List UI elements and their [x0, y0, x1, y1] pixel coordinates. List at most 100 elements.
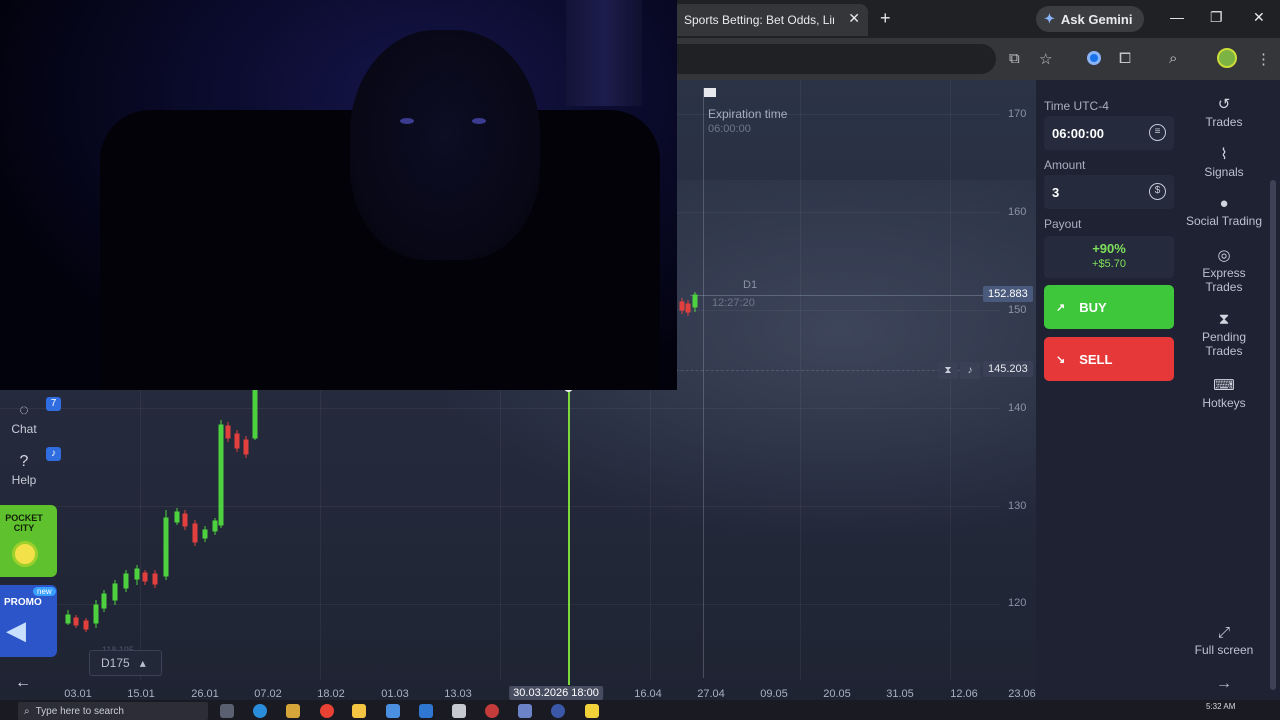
close-window-button[interactable]: ✕ [1253, 9, 1265, 26]
signals-button[interactable]: ⌇ Signals [1182, 146, 1266, 179]
candle-bull [163, 517, 169, 577]
signal-antenna-icon: ⌇ [1220, 146, 1228, 163]
install-app-icon[interactable]: ⧉ [1009, 50, 1020, 67]
help-button[interactable]: ? Help [0, 453, 48, 487]
candle-bear [152, 573, 158, 585]
mail-icon[interactable] [419, 704, 433, 718]
y-tick-label: 170 [1008, 108, 1027, 120]
taskbar-search[interactable]: ⌕ Type here to search [18, 702, 208, 720]
amount-input[interactable]: 3 $ [1044, 175, 1174, 209]
promo-button[interactable]: new PROMO ◀ [0, 585, 57, 657]
payout-box: +90% +$5.70 [1044, 236, 1174, 278]
y-tick-label: 120 [1008, 597, 1027, 609]
candle-bear [192, 523, 198, 543]
trades-button[interactable]: ↺ Trades [1182, 96, 1266, 129]
menu-kebab-icon[interactable]: ⋮ [1256, 50, 1271, 68]
candle-bull [123, 573, 129, 589]
candle-bull [202, 529, 208, 539]
collapse-left-arrow-icon[interactable]: ← [15, 674, 31, 692]
candle-bear [73, 617, 79, 626]
candle-bear [234, 433, 240, 449]
candle-bear [685, 303, 691, 313]
chat-button[interactable]: ◌ Chat [0, 402, 48, 436]
search-icon: ⌕ [24, 705, 30, 717]
app-icon[interactable] [452, 704, 466, 718]
pocket-city-promo[interactable]: POCKET CITY [0, 505, 57, 577]
windows-taskbar: ⌕ Type here to search 5:32 AM [0, 700, 1280, 720]
minimize-button[interactable]: — [1170, 9, 1184, 25]
time-value: 06:00:00 [1052, 125, 1105, 141]
express-trades-button[interactable]: ◎ Express Trades [1182, 247, 1266, 294]
app-icon[interactable] [485, 704, 499, 718]
tab-close-icon[interactable]: ✕ [848, 10, 860, 27]
address-bar[interactable] [640, 44, 996, 74]
hotkeys-button[interactable]: ⌨ Hotkeys [1182, 378, 1266, 410]
webcam-eye [400, 118, 414, 124]
social-trading-label: Social Trading [1185, 214, 1263, 228]
help-label: Help [11, 473, 37, 487]
chrome-icon[interactable] [320, 704, 334, 718]
extensions-puzzle-icon[interactable]: ⧠ [1119, 50, 1131, 67]
full-screen-button[interactable]: ⤢ Full screen [1182, 624, 1266, 657]
payout-amount: +$5.70 [1092, 258, 1126, 270]
store-icon[interactable] [386, 704, 400, 718]
tab-title: Sports Betting: Bet Odds, Lines [684, 13, 834, 27]
page-scrollbar[interactable] [1266, 80, 1280, 700]
gemini-label: Ask Gemini [1060, 11, 1133, 27]
app-icon[interactable] [518, 704, 532, 718]
edge-icon[interactable] [253, 704, 267, 718]
search-placeholder: Type here to search [35, 705, 124, 717]
task-view-icon[interactable] [220, 704, 234, 718]
candle-bear [142, 572, 148, 582]
extension-icon[interactable] [1087, 51, 1101, 65]
candle-bear [83, 620, 89, 630]
pending-trades-button[interactable]: ⧗ Pending Trades [1182, 311, 1266, 358]
fullscreen-icon: ⤢ [1217, 624, 1230, 641]
time-mode-icon[interactable]: ≡ [1149, 124, 1166, 141]
hourglass-icon: ⧗ [1218, 311, 1230, 328]
maximize-button[interactable]: ❐ [1210, 9, 1223, 26]
payout-percent: +90% [1092, 241, 1126, 256]
y-tick-label: 150 [1008, 304, 1027, 316]
trades-label: Trades [1205, 115, 1243, 129]
bookmark-star-icon[interactable]: ☆ [1039, 50, 1052, 68]
selected-date-label: 30.03.2026 18:00 [509, 686, 603, 700]
candle-bull [218, 424, 224, 526]
app-icon[interactable] [551, 704, 565, 718]
period-selector[interactable]: D175 ▴ [89, 650, 162, 676]
coin-icon [12, 541, 38, 567]
trade-panel: Time UTC-4 06:00:00 ≡ Amount 3 $ Payout … [1036, 80, 1182, 700]
scrollbar-thumb[interactable] [1270, 180, 1276, 690]
candle-bull [212, 520, 218, 532]
time-input[interactable]: 06:00:00 ≡ [1044, 116, 1174, 150]
dollar-icon[interactable]: $ [1149, 183, 1166, 200]
expand-right-arrow-icon[interactable]: → [1182, 676, 1266, 692]
full-screen-label: Full screen [1194, 643, 1254, 657]
history-icon: ↺ [1217, 96, 1231, 113]
time-label: Time UTC-4 [1044, 99, 1109, 113]
target-icon: ◎ [1217, 247, 1231, 264]
webcam-eye [472, 118, 486, 124]
x-tick-label: 27.04 [697, 688, 725, 700]
browser-tab[interactable]: Sports Betting: Bet Odds, Lines ✕ [672, 4, 868, 36]
sell-button[interactable]: ↘ SELL [1044, 337, 1174, 381]
sticky-notes-icon[interactable] [585, 704, 599, 718]
x-tick-label: 16.04 [634, 688, 662, 700]
taskbar-clock[interactable]: 5:32 AM [1206, 702, 1235, 711]
x-tick-label: 07.02 [254, 688, 282, 700]
file-explorer-icon[interactable] [352, 704, 366, 718]
buy-button[interactable]: ↗ BUY [1044, 285, 1174, 329]
x-tick-label: 15.01 [127, 688, 155, 700]
tab-search-icon[interactable]: ⌕ [1169, 50, 1177, 67]
left-sidebar: ◌ Chat 7 ? Help ♪ POCKET CITY new PROMO … [0, 390, 62, 700]
candle-bull [112, 583, 118, 601]
candle-bear [225, 425, 231, 439]
social-trading-button[interactable]: ● Social Trading [1182, 196, 1266, 228]
profile-avatar[interactable] [1217, 48, 1237, 68]
new-tab-button[interactable]: + [880, 8, 891, 29]
hotkeys-label: Hotkeys [1202, 396, 1246, 410]
y-tick-label: 140 [1008, 402, 1027, 414]
amount-value: 3 [1052, 184, 1060, 200]
app-icon[interactable] [286, 704, 300, 718]
ask-gemini-button[interactable]: ✦ Ask Gemini [1036, 6, 1145, 32]
